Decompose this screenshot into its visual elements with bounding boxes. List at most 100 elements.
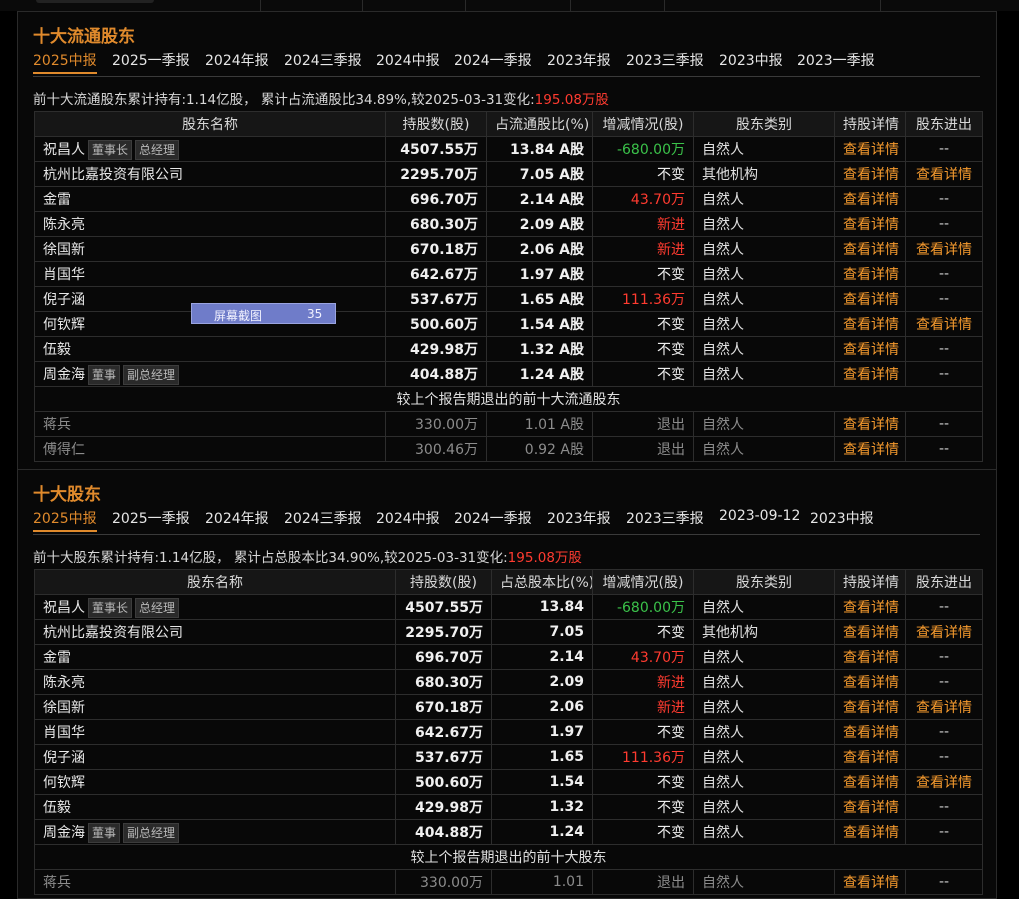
holding-ratio: 1.54: [491, 769, 593, 795]
holding-ratio: 2.14 A股: [486, 186, 593, 212]
tab-report-period[interactable]: 2023-09-12: [719, 508, 800, 524]
in-out-detail-link[interactable]: 查看详情: [905, 619, 983, 645]
table-row: 杭州比嘉投资有限公司 2295.70万 7.05 不变 其他机构 查看详情 查看详情: [34, 619, 983, 645]
exited-section-label: 较上个报告期退出的前十大流通股东: [34, 386, 983, 412]
holding-change: 退出: [592, 869, 694, 895]
tab-report-period[interactable]: 2023中报: [810, 508, 874, 528]
view-detail-link[interactable]: 查看详情: [834, 719, 906, 745]
holding-change: 不变: [592, 769, 694, 795]
view-detail-link[interactable]: 查看详情: [834, 869, 906, 895]
tab-report-period[interactable]: 2024中报: [376, 50, 440, 70]
in-out-detail-link[interactable]: 查看详情: [905, 161, 983, 187]
tab-report-period[interactable]: 2025中报: [33, 508, 97, 532]
view-detail-link[interactable]: 查看详情: [834, 286, 906, 312]
view-detail-link[interactable]: 查看详情: [834, 361, 906, 387]
shareholder-name-cell: 祝昌人 董事长 总经理: [34, 136, 386, 162]
view-detail-link[interactable]: 查看详情: [834, 436, 906, 462]
table-header-row: 股东名称 持股数(股) 占流通股比(%) 增减情况(股) 股东类别 持股详情 股东进出: [34, 111, 983, 137]
in-out-empty: --: [905, 594, 983, 620]
table-row: 肖国华 642.67万 1.97 A股 不变 自然人 查看详情 --: [34, 261, 983, 287]
view-detail-link[interactable]: 查看详情: [834, 261, 906, 287]
tab-report-period[interactable]: 2025一季报: [112, 508, 190, 528]
tab-report-period[interactable]: 2024一季报: [454, 508, 532, 528]
tab-report-period[interactable]: 2023三季报: [626, 50, 704, 70]
column-divider: [880, 0, 881, 11]
holding-change: 111.36万: [592, 286, 694, 312]
shareholder-name: 祝昌人: [43, 599, 85, 616]
shareholder-type: 自然人: [693, 136, 835, 162]
view-detail-link[interactable]: 查看详情: [834, 311, 906, 337]
position-badge: 董事长: [88, 597, 133, 618]
holding-change: 43.70万: [592, 644, 694, 670]
shareholder-type: 自然人: [693, 311, 835, 337]
shareholder-name-cell: 周金海 董事 副总经理: [34, 819, 396, 845]
tab-report-period[interactable]: 2023年报: [547, 508, 611, 528]
holding-ratio: 1.01 A股: [486, 411, 593, 437]
view-detail-link[interactable]: 查看详情: [834, 136, 906, 162]
float-shareholders-table: 股东名称 持股数(股) 占流通股比(%) 增减情况(股) 股东类别 持股详情 股东进出 祝昌…: [34, 111, 983, 462]
shareholder-type: 自然人: [693, 819, 835, 845]
shareholder-type: 自然人: [693, 744, 835, 770]
view-detail-link[interactable]: 查看详情: [834, 644, 906, 670]
view-detail-link[interactable]: 查看详情: [834, 619, 906, 645]
view-detail-link[interactable]: 查看详情: [834, 769, 906, 795]
column-header: 增减情况(股): [592, 111, 694, 137]
shareholder-name: 伍毅: [43, 800, 71, 816]
exited-separator-row: 较上个报告期退出的前十大流通股东: [34, 386, 983, 412]
view-detail-link[interactable]: 查看详情: [834, 186, 906, 212]
in-out-detail-link[interactable]: 查看详情: [905, 694, 983, 720]
tab-report-period[interactable]: 2024三季报: [284, 50, 362, 70]
in-out-empty: --: [905, 719, 983, 745]
tab-report-period[interactable]: 2025一季报: [112, 50, 190, 70]
holding-change: 新进: [592, 211, 694, 237]
view-detail-link[interactable]: 查看详情: [834, 236, 906, 262]
shareholder-name: 倪子涵: [43, 292, 85, 308]
shares-held: 429.98万: [385, 336, 487, 362]
summary-change: 195.08万股: [507, 550, 582, 566]
holding-ratio: 7.05: [491, 619, 593, 645]
tab-report-period[interactable]: 2024三季报: [284, 508, 362, 528]
in-out-detail-link[interactable]: 查看详情: [905, 236, 983, 262]
tab-report-period[interactable]: 2024年报: [205, 50, 269, 70]
view-detail-link[interactable]: 查看详情: [834, 211, 906, 237]
shareholder-name: 陈永亮: [43, 217, 85, 233]
view-detail-link[interactable]: 查看详情: [834, 819, 906, 845]
holding-ratio: 2.09: [491, 669, 593, 695]
view-detail-link[interactable]: 查看详情: [834, 411, 906, 437]
view-detail-link[interactable]: 查看详情: [834, 669, 906, 695]
tab-report-period[interactable]: 2024一季报: [454, 50, 532, 70]
holding-ratio: 2.06: [491, 694, 593, 720]
tab-report-period[interactable]: 2023年报: [547, 50, 611, 70]
report-period-tabs: 2025中报 2025一季报 2024年报 2024三季报 2024中报 2024一季报 2…: [33, 508, 980, 535]
view-detail-link[interactable]: 查看详情: [834, 744, 906, 770]
view-detail-link[interactable]: 查看详情: [834, 794, 906, 820]
holding-ratio: 1.97: [491, 719, 593, 745]
in-out-empty: --: [905, 669, 983, 695]
shareholder-name-cell: 伍毅: [34, 794, 396, 820]
tab-report-period[interactable]: 2025中报: [33, 50, 97, 74]
shareholder-name-cell: 肖国华: [34, 261, 386, 287]
in-out-empty: --: [905, 211, 983, 237]
tab-report-period[interactable]: 2023三季报: [626, 508, 704, 528]
tab-report-period[interactable]: 2023中报: [719, 50, 783, 70]
in-out-detail-link[interactable]: 查看详情: [905, 311, 983, 337]
shareholder-name: 金雷: [43, 192, 71, 208]
shares-held: 500.60万: [395, 769, 492, 795]
column-header: 持股数(股): [395, 569, 492, 595]
exited-row: 蒋兵 330.00万 1.01 A股 退出 自然人 查看详情 --: [34, 411, 983, 437]
previous-table-bottom: [0, 0, 1019, 11]
scroll-remnant: [36, 0, 154, 3]
position-badge: 董事: [88, 822, 121, 843]
shareholder-type: 自然人: [693, 261, 835, 287]
view-detail-link[interactable]: 查看详情: [834, 594, 906, 620]
tab-report-period[interactable]: 2023一季报: [797, 50, 875, 70]
summary-change: 195.08万股: [534, 92, 609, 108]
in-out-detail-link[interactable]: 查看详情: [905, 769, 983, 795]
holding-ratio: 1.24: [491, 819, 593, 845]
shareholder-type: 自然人: [693, 336, 835, 362]
view-detail-link[interactable]: 查看详情: [834, 336, 906, 362]
tab-report-period[interactable]: 2024年报: [205, 508, 269, 528]
view-detail-link[interactable]: 查看详情: [834, 694, 906, 720]
tab-report-period[interactable]: 2024中报: [376, 508, 440, 528]
view-detail-link[interactable]: 查看详情: [834, 161, 906, 187]
